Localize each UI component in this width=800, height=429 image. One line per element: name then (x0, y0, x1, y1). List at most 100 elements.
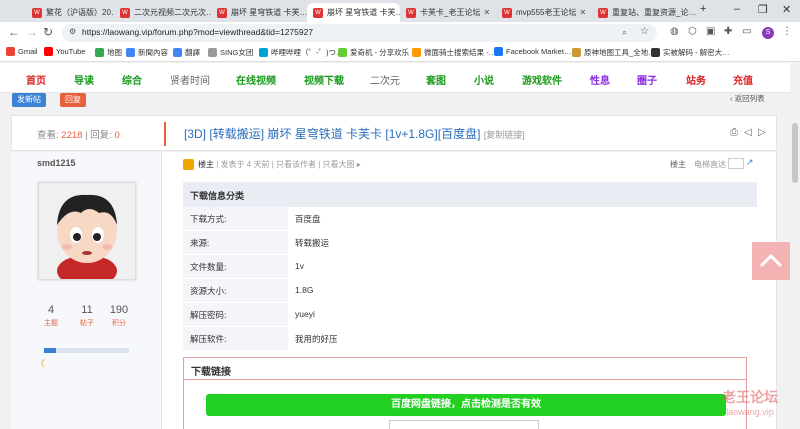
download-link-header: 下载链接 (184, 358, 746, 380)
tab-2[interactable]: W崩坏 星穹铁道 卡芙…✕ (211, 3, 307, 22)
sidebar-icon[interactable]: ▭ (742, 26, 751, 37)
back-to-top-button[interactable] (752, 242, 790, 280)
bookmark-label: Facebook Market… (506, 47, 572, 56)
author-badge-icon (183, 159, 194, 170)
stat-label: 主题 (44, 320, 58, 327)
copy-link-button[interactable]: [复制链接] (484, 130, 525, 140)
only-large-images-link[interactable]: 只看大图 (323, 160, 355, 169)
stat-topics[interactable]: 4 主题 (41, 304, 61, 328)
nav-novels[interactable]: 小说 (474, 72, 494, 87)
nav-home[interactable]: 首页 (26, 72, 46, 87)
nav-sage-time[interactable]: 贤者时间 (170, 72, 210, 87)
bookmark-item[interactable]: 原神地图工具_全地… (572, 47, 656, 58)
nav-online-video[interactable]: 在线视频 (236, 72, 276, 87)
nav-circles[interactable]: 圈子 (637, 72, 657, 87)
news-icon (126, 48, 135, 57)
bookmark-item[interactable]: Gmail (6, 47, 38, 56)
bookmark-star-icon[interactable]: ☆ (640, 26, 649, 37)
new-post-button[interactable]: 发新帖 (12, 93, 46, 107)
jump-arrow-icon[interactable]: ↗ (746, 157, 754, 168)
level-progress-bar (44, 348, 129, 353)
stat-points[interactable]: 190 积分 (107, 304, 131, 328)
forward-icon[interactable]: → (26, 25, 38, 39)
close-icon[interactable]: ✕ (576, 8, 586, 17)
bookmark-label: 实被解码 - 解密大… (663, 48, 730, 57)
extension-icon[interactable]: ▣ (706, 26, 715, 37)
nav-guide[interactable]: 导读 (74, 72, 94, 87)
site-info-icon[interactable]: ⚙ (69, 27, 76, 36)
nav-info[interactable]: 性息 (590, 72, 610, 87)
tab-1[interactable]: W二次元视频二次元次…✕ (114, 3, 211, 22)
stat-value: 190 (109, 304, 129, 316)
nav-photo-sets[interactable]: 套图 (426, 72, 446, 87)
info-row-size: 资源大小: 1.8G (183, 279, 757, 302)
back-icon[interactable]: ← (8, 25, 20, 39)
page-scrollbar[interactable] (790, 63, 800, 429)
minimize-icon[interactable]: – (734, 3, 740, 15)
bookmark-item[interactable]: 爱奇机 - 分享欢乐 (338, 47, 409, 58)
next-thread-icon[interactable]: ▷ (758, 127, 766, 138)
info-key: 解压密码: (190, 310, 227, 320)
bookmark-item[interactable]: 地图 (95, 47, 122, 58)
info-value: yueyi (295, 309, 315, 319)
scrollbar-thumb[interactable] (792, 123, 798, 183)
reload-icon[interactable]: ↻ (43, 25, 53, 39)
bookmark-item[interactable]: 翻譯 (173, 47, 200, 58)
only-author-link[interactable]: 只看该作者 (276, 160, 316, 169)
print-icon[interactable]: ⎙ (730, 127, 738, 138)
menu-dots-icon[interactable]: ⋮ (782, 26, 792, 37)
bookmark-item[interactable]: 哔哩哔哩（゜-゜)つ… (259, 47, 344, 58)
tab-4[interactable]: W 卡芙卡_老王论坛 ✕ (400, 3, 496, 22)
bookmark-item[interactable]: 微面骑士搜索结果 -… (412, 47, 496, 58)
info-row-source: 来源: 转载搬运 (183, 231, 757, 254)
extension-icon[interactable]: ⬡ (688, 26, 697, 37)
tab-0[interactable]: W繁花（沪语版）20…✕ (26, 3, 114, 22)
nav-general[interactable]: 综合 (122, 72, 142, 87)
nav-site-affairs[interactable]: 站务 (686, 72, 706, 87)
nav-anime[interactable]: 二次元 (370, 72, 400, 87)
restore-icon[interactable]: ❐ (758, 3, 768, 16)
tab-label: mvp555老王论坛 (516, 8, 577, 17)
close-window-icon[interactable]: ✕ (782, 3, 791, 16)
tab-label: 重复站、重复资源_论… (612, 8, 696, 17)
tab-5[interactable]: Wmvp555老王论坛 ✕ (496, 3, 592, 22)
close-icon[interactable]: ✕ (480, 8, 490, 17)
floor-jump-input[interactable] (728, 158, 744, 169)
moon-medal-icon[interactable]: ☾ (40, 359, 49, 370)
tab-6[interactable]: W重复站、重复资源_论…✕ (592, 3, 696, 22)
back-to-list-link[interactable]: ‹ 返回列表 (730, 93, 765, 104)
browser-window: W繁花（沪语版）20…✕ W二次元视频二次元次…✕ W崩坏 星穹铁道 卡芙…✕ … (0, 0, 800, 429)
bookmark-label: SING女团 (220, 48, 254, 57)
back-to-list-label: 返回列表 (734, 94, 765, 103)
info-key: 文件数量: (190, 262, 227, 272)
bookmark-item[interactable]: 实被解码 - 解密大… (651, 47, 730, 58)
nav-games-software[interactable]: 游戏软件 (522, 72, 562, 87)
extensions-puzzle-icon[interactable]: ✚ (724, 26, 732, 37)
bilibili-icon (259, 48, 268, 57)
check-baidu-link-button[interactable]: 百度网盘链接，点击检测是否有效 (206, 394, 726, 416)
stat-posts[interactable]: 11 帖子 (77, 304, 97, 328)
translate-icon (173, 48, 182, 57)
reply-button[interactable]: 回复 (60, 93, 86, 107)
url-text[interactable]: https://laowang.vip/forum.php?mod=viewth… (82, 27, 313, 37)
tab-label: 崩坏 星穹铁道 卡芙… (327, 8, 400, 17)
bookmark-item[interactable]: SING女团 (208, 47, 253, 58)
avatar[interactable] (38, 182, 136, 287)
nav-video-download[interactable]: 视频下载 (304, 72, 344, 87)
site-favicon-icon (412, 48, 421, 57)
omnibox[interactable]: ⚙ https://laowang.vip/forum.php?mod=view… (62, 24, 657, 42)
bookmark-item[interactable]: Facebook Market… (494, 47, 571, 56)
profile-avatar-icon[interactable]: S (762, 27, 774, 39)
author-name[interactable]: smd1215 (37, 158, 76, 168)
prev-thread-icon[interactable]: ◁ (744, 127, 752, 138)
extension-icon[interactable]: ◍ (670, 26, 679, 37)
bookmark-item[interactable]: YouTube (44, 47, 85, 56)
bookmark-item[interactable]: 新聞內容 (126, 47, 168, 58)
info-key: 资源大小: (190, 286, 227, 296)
nav-recharge[interactable]: 充值 (733, 72, 753, 87)
thread-tag[interactable]: [3D] (184, 127, 206, 141)
title-accent-bar (164, 122, 166, 146)
zoom-icon[interactable]: ⌕ (622, 27, 627, 38)
tab-3-active[interactable]: W崩坏 星穹铁道 卡芙…✕ (307, 3, 400, 22)
new-tab-icon[interactable]: + (700, 3, 706, 15)
